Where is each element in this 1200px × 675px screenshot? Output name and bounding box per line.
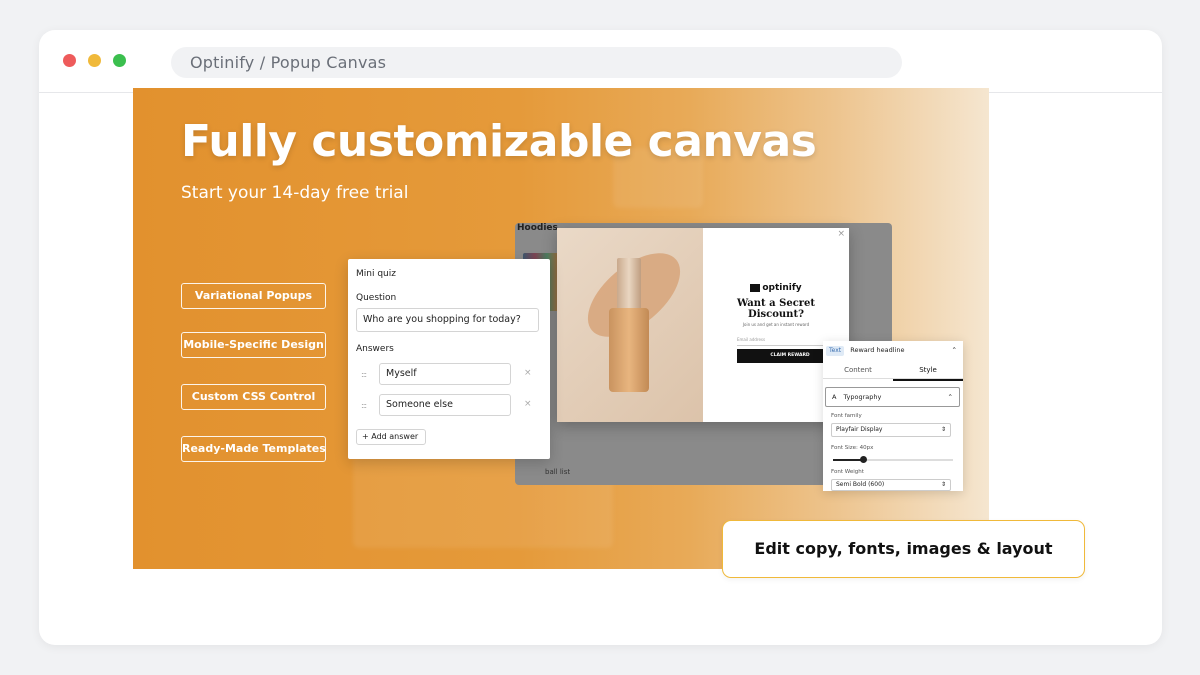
popup-subtext: Join us and get an instant reward (742, 322, 810, 327)
chevron-up-icon: ⌃ (947, 393, 953, 401)
drag-handle-icon[interactable]: ::: (361, 401, 367, 410)
font-size-label: Font Size: 40px (831, 445, 874, 451)
quiz-title: Mini quiz (356, 269, 396, 279)
style-editor-panel: Text Reward headline ⌃ Content Style A T… (823, 341, 963, 491)
close-window-dot[interactable] (63, 54, 76, 67)
feature-custom-css-control[interactable]: Custom CSS Control (181, 384, 326, 410)
element-name: Reward headline (850, 346, 905, 354)
answer-input[interactable]: Someone else (379, 394, 511, 416)
popup-brand-logo: optinify (703, 283, 849, 293)
feature-ready-made-templates[interactable]: Ready-Made Templates (181, 436, 326, 462)
minimize-window-dot[interactable] (88, 54, 101, 67)
element-type-badge: Text (826, 346, 845, 356)
banner-subhead: Start your 14-day free trial (181, 183, 409, 203)
remove-answer-icon[interactable]: × (524, 399, 532, 409)
hero-banner: Fully customizable canvas Start your 14-… (133, 88, 989, 569)
bottle-image (609, 258, 649, 392)
text-format-icon: A (832, 393, 837, 401)
font-weight-select[interactable]: Semi Bold (600) ⇕ (831, 479, 951, 491)
answers-label: Answers (356, 344, 394, 354)
address-bar[interactable]: Optinify / Popup Canvas (171, 47, 902, 78)
drag-handle-icon[interactable]: ::: (361, 370, 367, 379)
close-icon[interactable]: × (837, 229, 845, 239)
feature-callout: Edit copy, fonts, images & layout (722, 520, 1085, 578)
typography-section[interactable]: A Typography ⌃ (825, 387, 960, 407)
editor-header: Text Reward headline ⌃ (823, 341, 963, 359)
tab-style[interactable]: Style (893, 361, 963, 381)
maximize-window-dot[interactable] (113, 54, 126, 67)
mini-quiz-panel: Mini quiz Question Who are you shopping … (348, 259, 550, 459)
slider-handle[interactable] (860, 456, 867, 463)
question-label: Question (356, 293, 397, 303)
feature-mobile-specific-design[interactable]: Mobile-Specific Design (181, 332, 326, 358)
feature-variational-popups[interactable]: Variational Popups (181, 283, 326, 309)
store-title: Hoodies (517, 223, 558, 233)
answer-input[interactable]: Myself (379, 363, 511, 385)
remove-answer-icon[interactable]: × (524, 368, 532, 378)
editor-tabs: Content Style (823, 361, 963, 381)
font-weight-label: Font Weight (831, 469, 864, 475)
select-arrows-icon: ⇕ (940, 481, 946, 488)
font-size-slider[interactable] (833, 456, 953, 463)
select-arrows-icon: ⇕ (940, 426, 946, 433)
tab-content[interactable]: Content (823, 361, 893, 379)
chevron-up-icon[interactable]: ⌃ (952, 341, 957, 359)
question-input[interactable]: Who are you shopping for today? (356, 308, 539, 332)
popup-title[interactable]: Want a Secret Discount? (703, 298, 849, 320)
product-image (557, 228, 703, 422)
banner-headline: Fully customizable canvas (181, 116, 817, 167)
logo-mark-icon (750, 283, 761, 292)
title-bar: Optinify / Popup Canvas (39, 30, 1162, 93)
discount-popup[interactable]: × optinify Want a Secret Discount? Join u… (557, 228, 849, 422)
store-footer-text: ball list (545, 468, 571, 476)
add-answer-button[interactable]: + Add answer (356, 429, 426, 445)
font-family-label: Font family (831, 413, 862, 419)
font-family-select[interactable]: Playfair Display ⇕ (831, 423, 951, 437)
